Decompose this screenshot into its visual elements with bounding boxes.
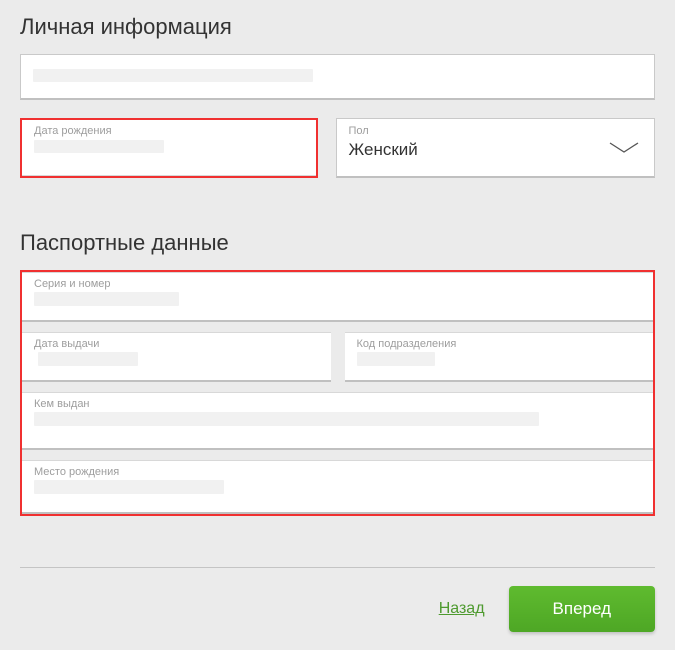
footer-actions: Назад Вперед xyxy=(20,567,655,632)
dept-code-redacted xyxy=(357,352,435,366)
dept-code-field[interactable]: Код подразделения xyxy=(345,332,654,382)
issued-by-redacted xyxy=(34,412,539,426)
series-number-field[interactable]: Серия и номер xyxy=(22,272,653,322)
dept-code-label: Код подразделения xyxy=(357,333,642,351)
gender-value: Женский xyxy=(349,138,643,168)
passport-data-title: Паспортные данные xyxy=(20,230,655,256)
gender-label: Пол xyxy=(349,119,643,138)
dob-label: Дата рождения xyxy=(34,120,304,138)
gender-field[interactable]: Пол Женский xyxy=(336,118,656,178)
forward-button[interactable]: Вперед xyxy=(509,586,655,632)
series-label: Серия и номер xyxy=(34,273,641,291)
issue-date-label: Дата выдачи xyxy=(34,333,319,351)
issue-date-field[interactable]: Дата выдачи xyxy=(22,332,331,382)
back-link[interactable]: Назад xyxy=(439,600,485,618)
series-redacted xyxy=(34,292,179,306)
personal-info-title: Личная информация xyxy=(20,14,655,40)
full-name-field[interactable] xyxy=(20,54,655,100)
issue-date-redacted xyxy=(38,352,138,366)
passport-highlight: Серия и номер Дата выдачи Код подразделе… xyxy=(20,270,655,516)
chevron-down-icon xyxy=(608,141,640,155)
birth-place-field[interactable]: Место рождения xyxy=(22,460,653,514)
issued-by-field[interactable]: Кем выдан xyxy=(22,392,653,450)
issued-by-label: Кем выдан xyxy=(34,393,641,411)
dob-highlight: Дата рождения xyxy=(20,118,318,178)
dob-redacted xyxy=(34,140,164,153)
dob-field[interactable]: Дата рождения xyxy=(22,120,316,176)
full-name-redacted xyxy=(33,69,313,82)
birth-place-label: Место рождения xyxy=(34,461,641,479)
birth-place-redacted xyxy=(34,480,224,494)
